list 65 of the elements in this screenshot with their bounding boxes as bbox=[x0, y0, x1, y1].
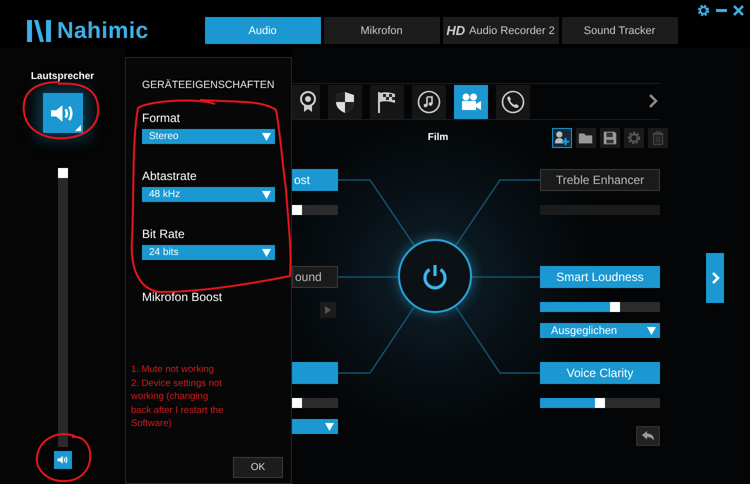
undo-icon bbox=[641, 430, 655, 442]
slider-thumb[interactable] bbox=[610, 302, 620, 312]
tab[interactable]: HD Audio Recorder 2 bbox=[442, 17, 559, 44]
power-button[interactable] bbox=[398, 239, 472, 313]
phone-icon bbox=[501, 90, 525, 114]
tab[interactable]: Mikrofon bbox=[324, 17, 440, 44]
settings-icon[interactable] bbox=[697, 4, 710, 17]
expand-button[interactable] bbox=[706, 253, 724, 303]
feature-button[interactable]: ost bbox=[292, 169, 338, 191]
profile-button[interactable] bbox=[496, 84, 530, 118]
dialog-title: GERÄTEEIGENSCHAFTEN bbox=[142, 78, 274, 92]
close-icon[interactable] bbox=[733, 5, 744, 16]
caret-icon bbox=[262, 190, 271, 198]
dropdown[interactable]: 24 bits bbox=[142, 245, 275, 260]
tab[interactable]: Audio bbox=[204, 17, 321, 44]
caret-icon bbox=[262, 132, 271, 140]
medal-icon bbox=[300, 90, 316, 114]
slider-thumb[interactable] bbox=[292, 398, 302, 408]
chevron-right-icon bbox=[648, 93, 658, 109]
field-label: Mikrofon Boost bbox=[142, 290, 224, 304]
annotation-text: 1. Mute not working bbox=[131, 363, 215, 376]
dropdown[interactable]: Stereo bbox=[142, 129, 275, 144]
undo-button[interactable] bbox=[636, 426, 660, 446]
open-button[interactable] bbox=[576, 128, 596, 148]
feature-button[interactable]: ound bbox=[292, 266, 338, 288]
profile-button[interactable] bbox=[328, 84, 362, 118]
dropdown[interactable]: Ausgeglichen bbox=[540, 323, 660, 338]
field-label: Bit Rate bbox=[142, 227, 186, 241]
dropdown[interactable]: 48 kHz bbox=[142, 187, 275, 202]
field-label: Format bbox=[142, 111, 182, 125]
save-button[interactable] bbox=[600, 128, 620, 148]
add-user-icon bbox=[554, 130, 570, 146]
speaker-icon bbox=[50, 102, 76, 124]
annotation-text: 2. Device settings not working (changing back after I restart the Software) bbox=[131, 376, 224, 430]
gear-icon bbox=[626, 130, 642, 146]
tab[interactable]: Sound Tracker bbox=[562, 17, 678, 44]
music-icon bbox=[417, 90, 441, 114]
add-profile-button[interactable] bbox=[552, 128, 572, 148]
caret-icon bbox=[262, 248, 271, 256]
chevron-right-icon bbox=[710, 271, 720, 285]
volume-thumb[interactable] bbox=[58, 168, 68, 178]
logo-icon bbox=[26, 18, 52, 44]
feature-button[interactable]: Voice Clarity bbox=[540, 362, 660, 384]
app-logo: Nahimic bbox=[57, 17, 149, 44]
save-icon bbox=[602, 130, 618, 146]
trash-icon bbox=[650, 130, 666, 146]
ok-button[interactable]: OK bbox=[233, 457, 283, 478]
shield-icon bbox=[333, 90, 357, 114]
feature-button[interactable]: Treble Enhancer bbox=[540, 169, 660, 191]
slider-thumb[interactable] bbox=[292, 205, 302, 215]
caret-icon bbox=[647, 326, 656, 334]
caret-icon bbox=[325, 422, 334, 430]
field-label: Abtastrate bbox=[142, 169, 198, 183]
profile-name: Film bbox=[428, 132, 448, 143]
speaker-button[interactable] bbox=[42, 93, 82, 133]
slider-thumb[interactable] bbox=[595, 398, 605, 408]
profile-button[interactable] bbox=[370, 84, 404, 118]
feature-button[interactable]: Smart Loudness bbox=[540, 266, 660, 288]
mute-button[interactable] bbox=[54, 451, 72, 469]
device-name: Lautsprecher bbox=[30, 71, 94, 82]
profile-button[interactable] bbox=[292, 84, 320, 118]
speaker-icon bbox=[56, 455, 68, 465]
play-icon bbox=[325, 306, 331, 314]
dropdown[interactable] bbox=[292, 419, 338, 434]
profile-button[interactable] bbox=[412, 84, 446, 118]
